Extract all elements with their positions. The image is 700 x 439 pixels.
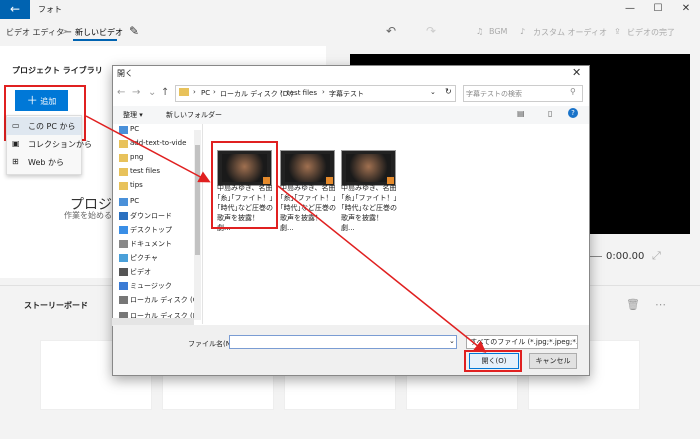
- arrow-to-open: [277, 185, 487, 353]
- annotation-arrows: [85, 115, 487, 353]
- arrow-to-file: [85, 115, 211, 183]
